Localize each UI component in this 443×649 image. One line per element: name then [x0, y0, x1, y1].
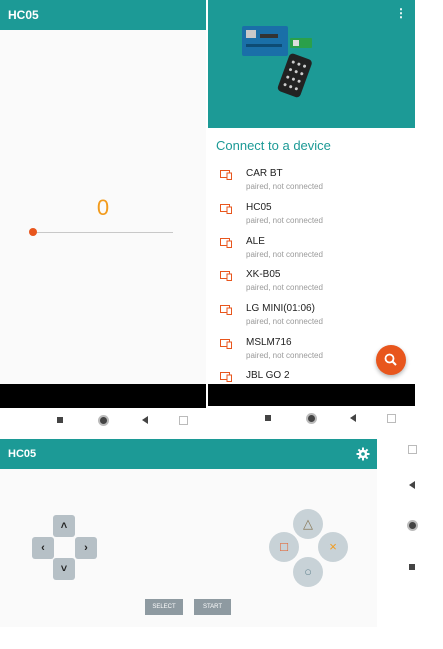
back-nav-icon[interactable] [350, 414, 356, 422]
chevron-up-icon: ˄ [60, 520, 68, 532]
select-button[interactable]: SELECT [145, 599, 183, 615]
slider-screen: HC05 0 [0, 0, 206, 408]
circle-button[interactable]: ○ [293, 557, 323, 587]
device-name: CAR BT [246, 168, 283, 179]
device-icon [220, 339, 232, 349]
device-icon [220, 305, 232, 315]
device-status: paired, not connected [246, 182, 323, 191]
screenshot-nav-icon[interactable] [387, 414, 396, 423]
device-item[interactable]: XK-B05 paired, not connected [208, 267, 415, 301]
gamepad-screen: HC05 ˄ ˅ ‹ › △ □ × ○ SELECT START [0, 439, 377, 627]
dpad-down-button[interactable]: ˅ [53, 558, 75, 580]
device-status: paired, not connected [246, 351, 323, 360]
app-bar [0, 439, 377, 469]
slider-value: 0 [96, 195, 110, 220]
circle-icon: ○ [304, 564, 312, 579]
screenshot-nav-icon[interactable] [179, 416, 188, 425]
list-heading: Connect to a device [216, 138, 331, 153]
device-name: MSLM716 [246, 337, 292, 348]
device-name: ALE [246, 236, 265, 247]
dpad-right-button[interactable]: › [75, 537, 97, 559]
device-header: ⋮ [208, 0, 415, 128]
device-name: LG MINI(01:06) [246, 303, 315, 314]
chevron-down-icon: ˅ [60, 563, 68, 575]
recents-nav-icon[interactable] [57, 417, 63, 423]
arduino-illustration [242, 26, 312, 98]
device-name: HC05 [246, 202, 272, 213]
device-name: XK-B05 [246, 269, 281, 280]
device-status: paired, not connected [246, 216, 323, 225]
home-nav-icon[interactable] [407, 520, 418, 531]
chevron-left-icon: ‹ [41, 542, 45, 554]
back-nav-icon[interactable] [409, 481, 415, 489]
recents-nav-icon[interactable] [265, 415, 271, 421]
device-list-screen: ⋮ Connect to a device CAR BT paired, not… [208, 0, 415, 408]
recents-nav-icon[interactable] [409, 564, 415, 570]
device-icon [220, 204, 232, 214]
dpad-up-button[interactable]: ˄ [53, 515, 75, 537]
device-status: paired, not connected [246, 283, 323, 292]
device-icon [220, 372, 232, 382]
back-nav-icon[interactable] [142, 416, 148, 424]
bottom-bar [0, 384, 206, 408]
device-item[interactable]: LG MINI(01:06) paired, not connected [208, 301, 415, 335]
search-fab[interactable] [376, 345, 406, 375]
device-status: paired, not connected [246, 250, 323, 259]
device-status: paired, not connected [246, 317, 323, 326]
device-icon [220, 271, 232, 281]
device-name: JBL GO 2 [246, 370, 290, 381]
device-icon [220, 238, 232, 248]
device-item[interactable]: ALE paired, not connected [208, 234, 415, 268]
slider-track[interactable] [33, 232, 173, 233]
app-title: HC05 [8, 448, 37, 460]
gear-icon[interactable] [356, 447, 370, 461]
bottom-bar [208, 384, 415, 406]
app-title: HC05 [8, 8, 39, 22]
dpad-left-button[interactable]: ‹ [32, 537, 54, 559]
device-icon [220, 170, 232, 180]
device-item[interactable]: CAR BT paired, not connected [208, 166, 415, 200]
search-icon [384, 353, 397, 366]
start-button[interactable]: START [194, 599, 231, 615]
home-nav-icon[interactable] [306, 413, 317, 424]
device-item[interactable]: HC05 paired, not connected [208, 200, 415, 234]
more-vert-icon[interactable]: ⋮ [395, 6, 407, 20]
screenshot-nav-icon[interactable] [408, 445, 417, 454]
slider-thumb[interactable] [29, 228, 37, 236]
home-nav-icon[interactable] [98, 415, 109, 426]
chevron-right-icon: › [84, 542, 88, 554]
